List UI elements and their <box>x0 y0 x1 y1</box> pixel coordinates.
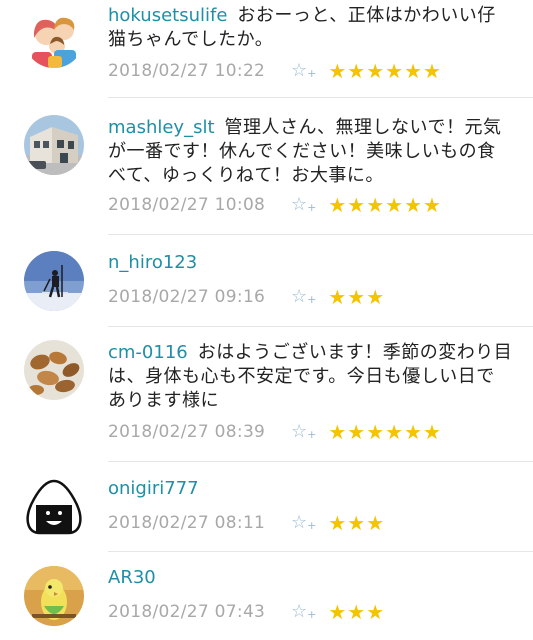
add-star-button[interactable]: ☆ + <box>291 603 316 621</box>
comment-text-block: n_hiro123 <box>108 251 513 275</box>
comment-item: mashley_slt 管理人さん、無理しないで！元気が一番です！休んでください！… <box>0 98 533 235</box>
comment-item: AR30 2018/02/27 07:43 ☆ + ★★★ <box>0 552 533 640</box>
add-star-icon: ☆ <box>291 60 308 81</box>
star-rating[interactable]: ★★★★★★ <box>328 193 442 217</box>
comment-meta: 2018/02/27 08:11 ☆ + ★★★ <box>108 511 385 535</box>
timestamp: 2018/02/27 09:16 <box>108 287 266 307</box>
house-photo-icon <box>24 115 84 175</box>
avatar[interactable] <box>24 566 84 626</box>
plus-icon: + <box>307 519 317 532</box>
username-link[interactable]: mashley_slt <box>108 117 215 138</box>
add-star-button[interactable]: ☆ + <box>291 62 316 80</box>
star-rating[interactable]: ★★★★★★ <box>328 420 442 444</box>
plus-icon: + <box>307 201 317 214</box>
comment-meta: 2018/02/27 10:08 ☆ + ★★★★★★ <box>108 193 442 217</box>
comment-text-block: cm-0116 おはようございます！季節の変わり目は、身体も心も不安定です。今日も… <box>108 341 513 413</box>
username-link[interactable]: n_hiro123 <box>108 252 197 273</box>
comment-text-block: AR30 <box>108 566 513 590</box>
parakeet-photo-icon <box>24 566 84 626</box>
add-star-icon: ☆ <box>291 512 308 533</box>
comment-meta: 2018/02/27 10:22 ☆ + ★★★★★★ <box>108 59 442 83</box>
comment-text-block: hokusetsulife おおーっと、正体はかわいい仔猫ちゃんでしたか。 <box>108 4 513 52</box>
comment-meta: 2018/02/27 07:43 ☆ + ★★★ <box>108 600 385 624</box>
star-rating[interactable]: ★★★★★★ <box>328 59 442 83</box>
username-link[interactable]: onigiri777 <box>108 478 199 499</box>
timestamp: 2018/02/27 08:39 <box>108 422 266 442</box>
plus-icon: + <box>307 67 317 80</box>
add-star-icon: ☆ <box>291 601 308 622</box>
comment-item: n_hiro123 2018/02/27 09:16 ☆ + ★★★ <box>0 235 533 327</box>
comment-item: hokusetsulife おおーっと、正体はかわいい仔猫ちゃんでしたか。 201… <box>0 0 533 98</box>
timestamp: 2018/02/27 08:11 <box>108 513 266 533</box>
add-star-icon: ☆ <box>291 421 308 442</box>
add-star-button[interactable]: ☆ + <box>291 514 316 532</box>
comment-meta: 2018/02/27 08:39 ☆ + ★★★★★★ <box>108 420 442 444</box>
avatar[interactable] <box>24 477 84 537</box>
avatar[interactable] <box>24 8 84 68</box>
add-star-icon: ☆ <box>291 194 308 215</box>
star-rating[interactable]: ★★★ <box>328 511 385 535</box>
username-link[interactable]: cm-0116 <box>108 342 188 363</box>
plus-icon: + <box>307 428 317 441</box>
skier-photo-icon <box>24 251 84 311</box>
star-rating[interactable]: ★★★ <box>328 600 385 624</box>
username-link[interactable]: AR30 <box>108 567 156 588</box>
username-link[interactable]: hokusetsulife <box>108 5 227 26</box>
comment-text-block: mashley_slt 管理人さん、無理しないで！元気が一番です！休んでください！… <box>108 116 513 188</box>
timestamp: 2018/02/27 10:22 <box>108 61 266 81</box>
avatar[interactable] <box>24 340 84 400</box>
timestamp: 2018/02/27 10:08 <box>108 195 266 215</box>
add-star-button[interactable]: ☆ + <box>291 423 316 441</box>
comment-text-block: onigiri777 <box>108 477 513 501</box>
comment-meta: 2018/02/27 09:16 ☆ + ★★★ <box>108 285 385 309</box>
plus-icon: + <box>307 608 317 621</box>
family-illustration-icon <box>24 8 84 68</box>
avatar[interactable] <box>24 115 84 175</box>
onigiri-face-icon <box>24 477 84 537</box>
comment-item: onigiri777 2018/02/27 08:11 ☆ + ★★★ <box>0 462 533 552</box>
timestamp: 2018/02/27 07:43 <box>108 602 266 622</box>
comment-item: cm-0116 おはようございます！季節の変わり目は、身体も心も不安定です。今日も… <box>0 327 533 462</box>
plus-icon: + <box>307 293 317 306</box>
avatar[interactable] <box>24 251 84 311</box>
add-star-icon: ☆ <box>291 286 308 307</box>
nuts-photo-icon <box>24 340 84 400</box>
add-star-button[interactable]: ☆ + <box>291 196 316 214</box>
add-star-button[interactable]: ☆ + <box>291 288 316 306</box>
star-rating[interactable]: ★★★ <box>328 285 385 309</box>
